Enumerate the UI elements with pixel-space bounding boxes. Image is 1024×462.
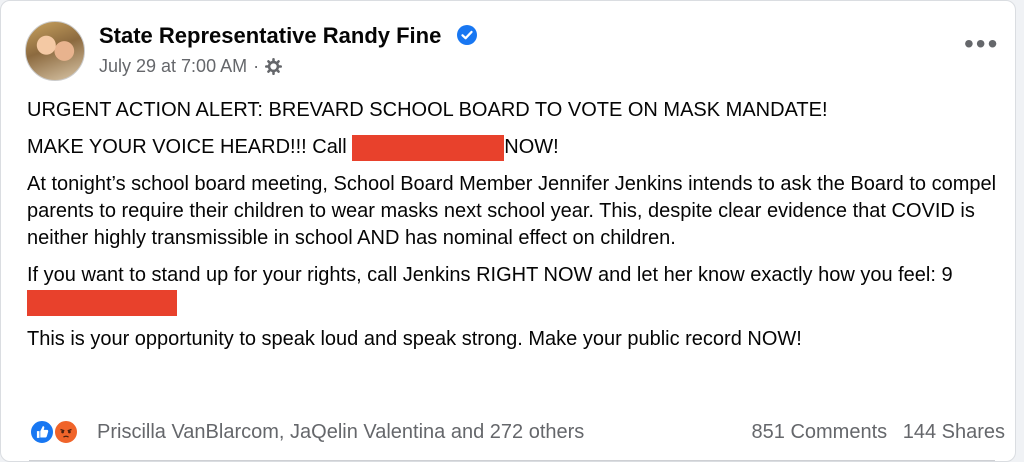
post-paragraph: This is your opportunity to speak loud a… <box>27 328 802 350</box>
post-footer: Priscilla VanBlarcom, JaQelin Valentina … <box>29 417 1005 447</box>
gear-icon[interactable] <box>265 58 283 75</box>
comments-count[interactable]: 851 Comments <box>752 421 888 443</box>
redaction-box <box>27 289 177 316</box>
reaction-icons[interactable] <box>29 417 87 447</box>
engagement-stats: 851 Comments 144 Shares <box>742 421 1005 444</box>
post-paragraph: At tonight’s school board meeting, Schoo… <box>27 173 997 249</box>
like-reaction-icon <box>29 419 55 445</box>
redaction-box <box>352 134 505 161</box>
post-paragraph: MAKE YOUR VOICE HEARD!!! Call NOW! <box>27 134 1002 161</box>
shares-count[interactable]: 144 Shares <box>903 421 1005 443</box>
avatar[interactable] <box>25 21 85 81</box>
divider <box>29 460 995 461</box>
post-timestamp[interactable]: July 29 at 7:00 AM <box>99 56 247 77</box>
author-name[interactable]: State Representative Randy Fine <box>99 23 441 49</box>
post-text: NOW! <box>504 136 559 158</box>
more-options-icon[interactable]: ••• <box>964 30 999 58</box>
verified-badge-icon <box>457 25 477 45</box>
meta-separator: · <box>253 56 260 76</box>
post-card: State Representative Randy Fine July 29 … <box>0 0 1016 462</box>
post-text: If you want to stand up for your rights,… <box>27 264 953 286</box>
post-paragraph: If you want to stand up for your rights,… <box>27 262 1002 316</box>
post-text: MAKE YOUR VOICE HEARD!!! Call <box>27 136 353 158</box>
post-body: URGENT ACTION ALERT: BREVARD SCHOOL BOAR… <box>27 97 1002 363</box>
angry-reaction-icon <box>53 419 79 445</box>
post-meta: July 29 at 7:00 AM · <box>99 56 283 77</box>
post-paragraph: URGENT ACTION ALERT: BREVARD SCHOOL BOAR… <box>27 99 828 121</box>
reactors-summary[interactable]: Priscilla VanBlarcom, JaQelin Valentina … <box>97 421 584 444</box>
